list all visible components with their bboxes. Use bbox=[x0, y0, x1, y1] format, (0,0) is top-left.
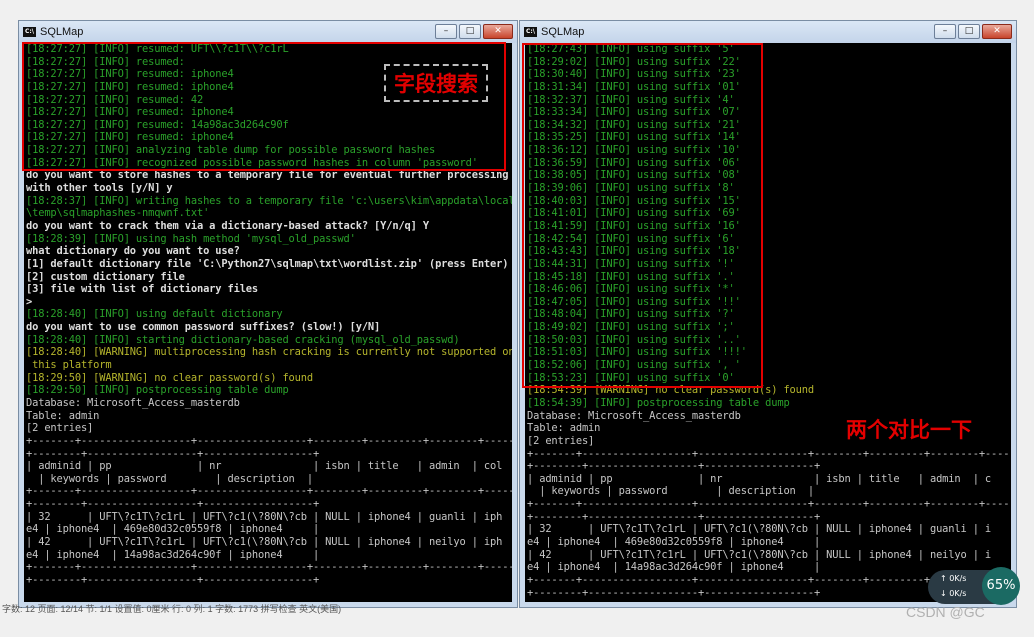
console-line: e4 | iphone4 | 469e80d32c0559f8 | iphone… bbox=[26, 523, 320, 536]
console-line: +--------+------------------+-----------… bbox=[527, 510, 821, 523]
window-title: SQLMap bbox=[541, 26, 585, 38]
console-line: +--------+------------------+-----------… bbox=[26, 498, 320, 511]
console-line: | 32 | UFT\?c1T\?c1rL | UFT\?c1(\?80N\?c… bbox=[26, 510, 503, 523]
console-line: | keywords | password | description | bbox=[26, 472, 313, 485]
console-line: +-------+------------------+------------… bbox=[527, 447, 1011, 460]
console-line: Database: Microsoft_Access_masterdb bbox=[26, 396, 240, 409]
console-line: do you want to store hashes to a tempora… bbox=[26, 169, 509, 182]
console-line: | keywords | password | description | bbox=[527, 485, 814, 498]
status-bar: 字数: 12 页面: 12/14 节: 1/1 设置值: 0厘米 行: 0 列:… bbox=[2, 604, 342, 614]
console-line: [18:29:50] [INFO] postprocessing table d… bbox=[26, 384, 289, 397]
console-line: [1] default dictionary file 'C:\Python27… bbox=[26, 257, 509, 270]
window-titlebar[interactable]: C:\ SQLMap – □ ✕ bbox=[19, 21, 517, 43]
console-line: | 42 | UFT\?c1T\?c1rL | UFT\?c1(\?80N\?c… bbox=[26, 535, 503, 548]
window-titlebar[interactable]: C:\ SQLMap – □ ✕ bbox=[520, 21, 1016, 43]
console-line: +-------+------------------+------------… bbox=[527, 498, 1011, 511]
window-title: SQLMap bbox=[40, 26, 84, 38]
annotation-compare: 两个对比一下 bbox=[846, 418, 972, 442]
console-line: [2 entries] bbox=[26, 422, 94, 435]
upload-speed: ↑ 0K/s bbox=[940, 574, 967, 583]
console-line: | adminid | pp | nr | isbn | title | adm… bbox=[26, 460, 503, 473]
console-line: what dictionary do you want to use? bbox=[26, 245, 240, 258]
console-line: [18:29:50] [WARNING] no clear password(s… bbox=[26, 371, 313, 384]
cpu-usage-indicator: 65% bbox=[982, 567, 1020, 605]
console-line: +-------+------------------+------------… bbox=[26, 485, 512, 498]
console-line: [18:54:39] [INFO] postprocessing table d… bbox=[527, 396, 790, 409]
console-line: this platform bbox=[26, 359, 112, 372]
console-line: +-------+------------------+------------… bbox=[26, 434, 512, 447]
console-line: [18:28:37] [INFO] writing hashes to a te… bbox=[26, 194, 512, 207]
highlight-box-left bbox=[22, 42, 506, 171]
console-line: | 42 | UFT\?c1T\?c1rL | UFT\?c1(\?80N\?c… bbox=[527, 548, 992, 561]
console-line: do you want to use common password suffi… bbox=[26, 321, 381, 334]
minimize-button[interactable]: – bbox=[934, 24, 956, 39]
console-line: e4 | iphone4 | 469e80d32c0559f8 | iphone… bbox=[527, 535, 821, 548]
annotation-field-search: 字段搜索 bbox=[384, 64, 488, 102]
console-icon: C:\ bbox=[23, 27, 36, 37]
console-line: +--------+------------------+-----------… bbox=[527, 460, 821, 473]
console-line: Table: admin bbox=[26, 409, 100, 422]
highlight-box-right bbox=[522, 43, 763, 388]
console-icon: C:\ bbox=[524, 27, 537, 37]
minimize-button[interactable]: – bbox=[435, 24, 457, 39]
maximize-button[interactable]: □ bbox=[459, 24, 481, 39]
console-line: with other tools [y/N] y bbox=[26, 182, 173, 195]
console-line: do you want to crack them via a dictiona… bbox=[26, 219, 429, 232]
console-line: > bbox=[26, 295, 33, 308]
console-line: \temp\sqlmaphashes-nmqwnf.txt' bbox=[26, 207, 210, 220]
console-line: [18:28:39] [INFO] using hash method 'mys… bbox=[26, 232, 356, 245]
console-line: [18:28:40] [WARNING] multiprocessing has… bbox=[26, 346, 512, 359]
console-line: | 32 | UFT\?c1T\?c1rL | UFT\?c1(\?80N\?c… bbox=[527, 523, 992, 536]
network-speed-widget[interactable]: ↑ 0K/s ↓ 0K/s 65% bbox=[928, 567, 1020, 605]
console-line: [18:28:40] [INFO] using default dictiona… bbox=[26, 308, 283, 321]
close-button[interactable]: ✕ bbox=[982, 24, 1012, 39]
console-line: [2] custom dictionary file bbox=[26, 270, 185, 283]
console-line: +--------+------------------+-----------… bbox=[26, 447, 320, 460]
console-line: +--------+------------------+-----------… bbox=[26, 573, 320, 586]
download-speed: ↓ 0K/s bbox=[940, 589, 967, 598]
console-line: | adminid | pp | nr | isbn | title | adm… bbox=[527, 472, 992, 485]
watermark: CSDN @GC​ bbox=[906, 604, 985, 620]
close-button[interactable]: ✕ bbox=[483, 24, 513, 39]
console-line: e4 | iphone4 | 14a98ac3d264c90f | iphone… bbox=[26, 548, 320, 561]
console-line: +-------+------------------+------------… bbox=[26, 561, 512, 574]
maximize-button[interactable]: □ bbox=[958, 24, 980, 39]
console-line: [18:28:40] [INFO] starting dictionary-ba… bbox=[26, 333, 460, 346]
console-line: [3] file with list of dictionary files bbox=[26, 283, 259, 296]
